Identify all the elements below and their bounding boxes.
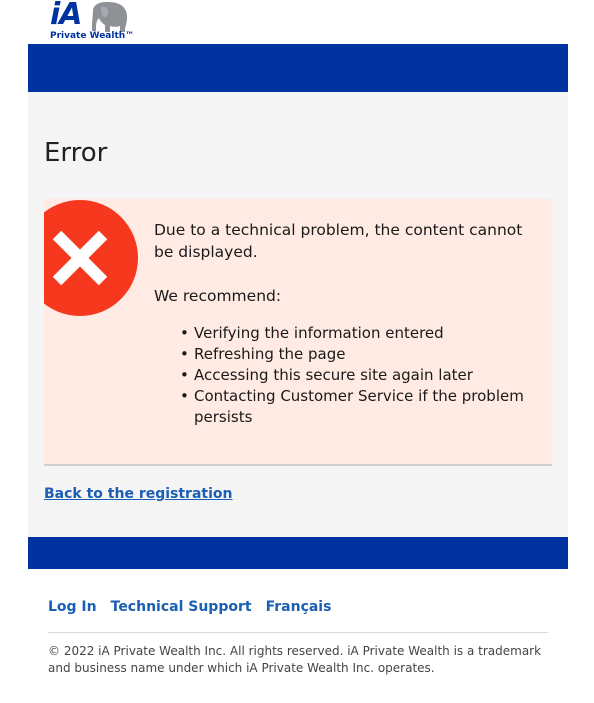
footer-link-technical-support[interactable]: Technical Support [111,599,252,615]
footer-link-francais[interactable]: Français [266,599,332,615]
ia-private-wealth-logo[interactable]: iA Private Wealth™ [49,0,134,42]
recommendation-list: Verifying the information entered Refres… [154,323,552,428]
elephant-icon [92,2,128,32]
logo-subtitle: Private Wealth™ [50,31,135,41]
recommendation-item: Accessing this secure site again later [180,365,552,386]
footer-divider [48,632,548,633]
footer-band [28,537,568,569]
recommendation-item: Refreshing the page [180,344,552,365]
error-message: Due to a technical problem, the content … [154,221,523,261]
recommendation-item: Contacting Customer Service if the probl… [180,386,552,428]
error-message-box: Due to a technical problem, the content … [44,199,552,466]
error-x-icon [44,200,138,316]
page-title: Error [44,138,108,168]
header-band [28,44,568,92]
recommend-heading: We recommend: [154,287,282,305]
footer-link-login[interactable]: Log In [48,599,97,615]
back-to-registration-link[interactable]: Back to the registration [44,486,233,502]
logo-wordmark: iA [50,0,83,32]
copyright-text: © 2022 iA Private Wealth Inc. All rights… [48,644,542,675]
footer-nav: Log In Technical Support Français [48,599,345,615]
recommendation-item: Verifying the information entered [180,323,552,344]
